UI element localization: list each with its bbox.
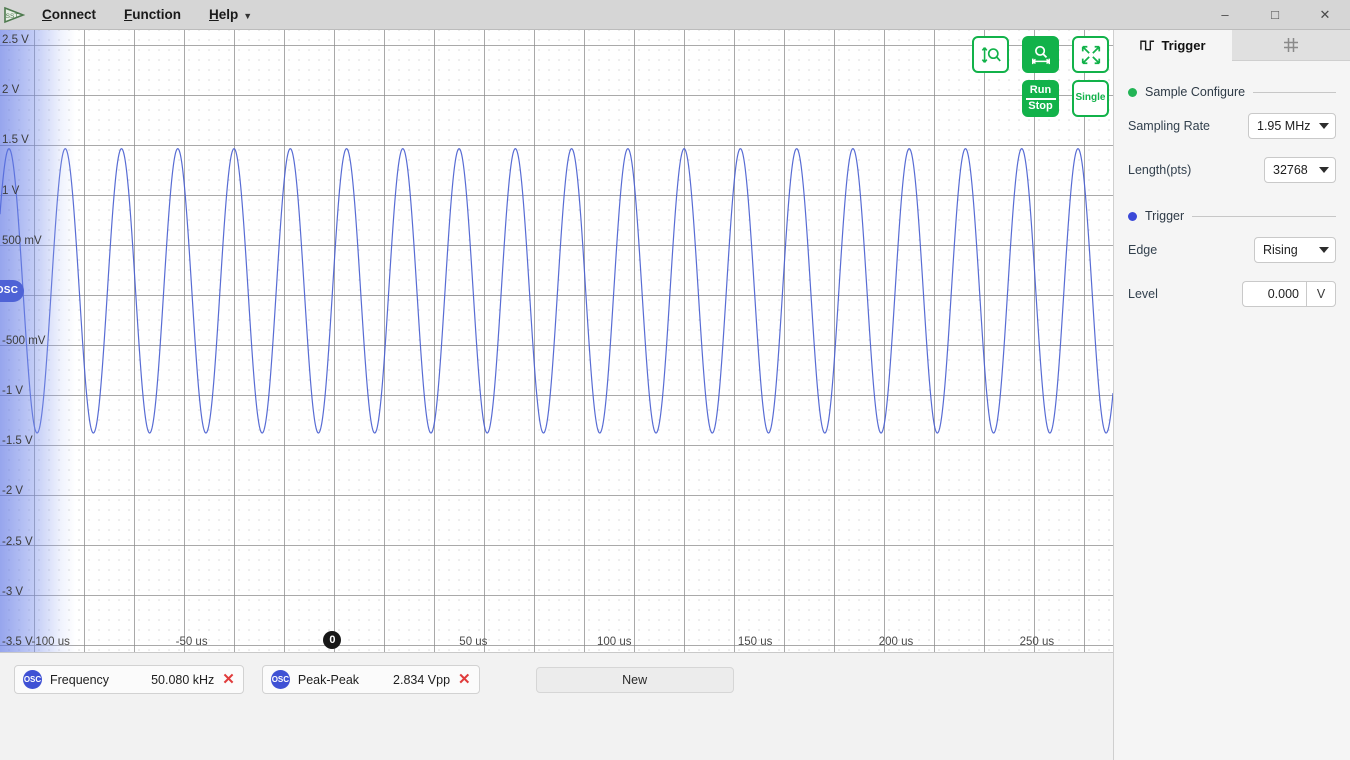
source-badge-osc: OSC (270, 670, 290, 689)
y-tick-label: -500 mV (2, 335, 46, 347)
section-dot (1128, 87, 1137, 97)
section-rule (1192, 215, 1336, 217)
menu-connect-label: onnect (51, 6, 97, 22)
trigger-waveform-icon (1140, 40, 1155, 51)
length-pts-value: 32768 (1273, 163, 1308, 177)
menu-bar: SST Connect Function Help ▼ – □ ✕ (0, 0, 1350, 30)
x-tick-label: -50 us (175, 636, 208, 648)
row-length-pts: Length(pts) 32768 (1128, 155, 1336, 185)
sampling-rate-label: Sampling Rate (1128, 119, 1210, 133)
row-edge: Edge Rising (1128, 235, 1336, 265)
y-tick-label: 1.5 V (2, 134, 29, 147)
section-sample-configure: Sample Configure (1128, 85, 1336, 99)
section-title: Trigger (1145, 209, 1185, 223)
y-tick-label: 1 V (2, 184, 20, 197)
section-dot (1128, 211, 1137, 221)
level-input-group[interactable]: 0.000 V (1242, 281, 1336, 307)
horizontal-zoom-icon (1031, 45, 1050, 64)
panel-body: Sample Configure Sampling Rate 1.95 MHz … (1114, 61, 1350, 309)
y-tick-label: -2 V (2, 485, 24, 498)
svg-text:SST: SST (6, 13, 19, 20)
expand-arrows-icon (1081, 45, 1100, 64)
edge-value: Rising (1263, 243, 1298, 257)
section-title: Sample Configure (1145, 85, 1246, 99)
window-controls: – □ ✕ (1200, 0, 1350, 30)
run-label: Run (1029, 83, 1052, 96)
channel-marker-osc[interactable]: OSC (0, 279, 24, 302)
menu-function[interactable]: Function (110, 0, 195, 30)
close-button[interactable]: ✕ (1300, 0, 1350, 30)
section-trigger: Trigger (1128, 209, 1336, 223)
chevron-down-icon (1319, 247, 1329, 253)
length-pts-select[interactable]: 32768 (1264, 157, 1336, 183)
grid-hash-icon (1284, 38, 1298, 52)
new-measurement-button[interactable]: New (535, 667, 734, 693)
menu-help[interactable]: Help ▼ (195, 0, 266, 30)
app-logo-icon: SST (0, 0, 28, 30)
measurement-chip-peak-peak[interactable]: OSC Peak-Peak 2.834 Vpp ✕ (261, 665, 480, 694)
y-tick-label: -3 V (2, 585, 24, 598)
measurement-bar: OSC Frequency 50.080 kHz ✕ OSC Peak-Peak… (0, 652, 1113, 760)
tab-trigger[interactable]: Trigger (1114, 30, 1232, 61)
edge-select[interactable]: Rising (1254, 237, 1336, 263)
level-label: Level (1128, 287, 1158, 301)
chevron-down-icon (1319, 123, 1329, 129)
oscilloscope-app: SST Connect Function Help ▼ – □ ✕ 2.5 V2 … (0, 0, 1350, 760)
horizontal-autoscale-button[interactable] (1022, 36, 1059, 73)
row-sampling-rate: Sampling Rate 1.95 MHz (1128, 111, 1336, 141)
menu-function-label: unction (132, 6, 182, 22)
stop-label: Stop (1028, 99, 1053, 112)
measurement-name: Frequency (50, 672, 110, 687)
chevron-down-icon (1319, 167, 1329, 173)
trigger-position-marker[interactable]: 0 (323, 631, 342, 649)
panel-tabs: Trigger (1114, 30, 1350, 61)
section-rule (1253, 91, 1336, 93)
minimize-button[interactable]: – (1200, 0, 1250, 30)
measurement-name: Peak-Peak (297, 672, 360, 687)
waveform-plot[interactable]: 2.5 V 2 V 1.5 V 1 V 500 mV -500 mV -1 V -1.5 V -… (0, 30, 1113, 652)
measurement-chip-frequency[interactable]: OSC Frequency 50.080 kHz ✕ (14, 665, 244, 694)
menu-connect[interactable]: Connect (28, 0, 110, 30)
fit-to-screen-button[interactable] (1072, 36, 1109, 73)
level-input[interactable]: 0.000 (1242, 281, 1306, 307)
sampling-rate-select[interactable]: 1.95 MHz (1248, 113, 1336, 139)
tab-trigger-label: Trigger (1161, 37, 1206, 53)
waveform-trace (0, 148, 1113, 434)
single-button[interactable]: Single (1072, 80, 1109, 117)
length-pts-label: Length(pts) (1128, 163, 1192, 177)
x-tick-label: 50 us (459, 636, 488, 648)
edge-label: Edge (1128, 243, 1158, 257)
vertical-autoscale-button[interactable] (972, 36, 1009, 73)
y-tick-label: 500 mV (2, 234, 42, 247)
x-tick-label: 150 us (737, 636, 773, 648)
y-tick-label: -1 V (2, 385, 24, 398)
single-label: Single (1075, 92, 1106, 104)
chevron-down-icon: ▼ (243, 10, 253, 21)
y-tick-label: -3.5 V (2, 635, 33, 648)
measurement-value: 2.834 Vpp (393, 672, 451, 687)
right-panel: Trigger Sample Configure Sampling Rate 1… (1113, 30, 1350, 760)
source-badge-osc: OSC (23, 670, 42, 689)
x-tick-label: -100 us (31, 636, 70, 648)
run-stop-button[interactable]: Run Stop (1022, 80, 1059, 117)
level-unit: V (1306, 281, 1336, 307)
x-tick-label: 200 us (878, 636, 914, 648)
remove-measurement-icon[interactable]: ✕ (222, 672, 235, 687)
measurement-value: 50.080 kHz (151, 672, 215, 687)
y-tick-label: -1.5 V (2, 435, 33, 448)
x-tick-label: 250 us (1019, 636, 1055, 648)
sampling-rate-value: 1.95 MHz (1257, 119, 1311, 133)
y-tick-label: -2.5 V (2, 535, 33, 548)
y-tick-label: 2 V (2, 84, 20, 97)
vertical-zoom-icon (981, 46, 1001, 63)
row-level: Level 0.000 V (1128, 279, 1336, 309)
menu-help-label: elp (218, 6, 239, 22)
y-tick-label: 2.5 V (2, 34, 29, 47)
tab-grid[interactable] (1232, 30, 1350, 61)
maximize-button[interactable]: □ (1250, 0, 1300, 30)
remove-measurement-icon[interactable]: ✕ (458, 672, 471, 687)
x-tick-label: 100 us (596, 636, 632, 648)
